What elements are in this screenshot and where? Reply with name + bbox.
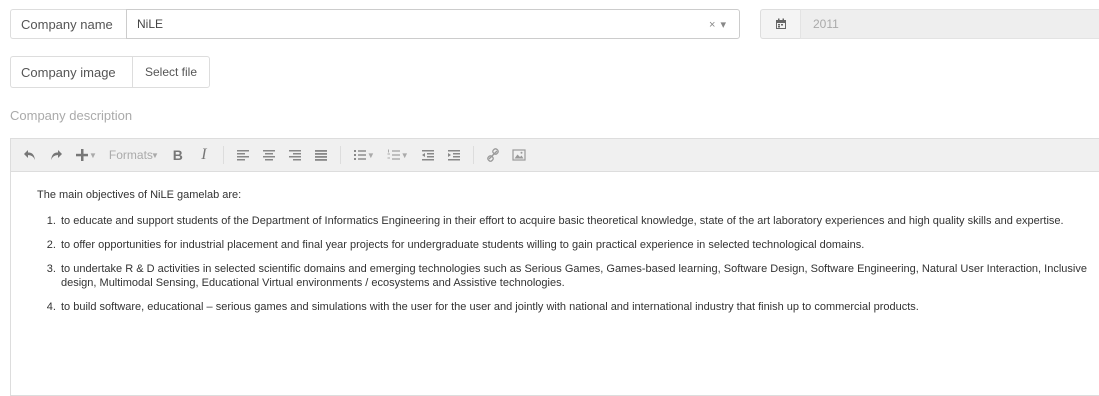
editor-toolbar: ▼ Formats ▼ B I ▼ ▼ — [11, 139, 1099, 172]
list-item: to offer opportunities for industrial pl… — [59, 238, 1099, 252]
redo-icon[interactable] — [43, 149, 69, 161]
company-name-group: Company name NiLE × ▾ — [10, 9, 740, 39]
editor-content[interactable]: The main objectives of NiLE gamelab are:… — [11, 172, 1099, 314]
chevron-down-icon[interactable]: ▼ — [151, 151, 159, 160]
link-icon[interactable] — [480, 148, 506, 162]
calendar-icon[interactable] — [760, 9, 800, 39]
intro-paragraph: The main objectives of NiLE gamelab are: — [37, 189, 242, 201]
objectives-list: to educate and support students of the D… — [37, 214, 1099, 314]
toolbar-divider — [472, 146, 474, 164]
chevron-down-icon[interactable]: ▼ — [367, 151, 375, 160]
list-item: to build software, educational – serious… — [59, 300, 1099, 314]
image-icon[interactable] — [506, 149, 532, 161]
company-image-group: Company image Select file — [10, 56, 211, 88]
align-right-icon[interactable] — [282, 149, 308, 161]
company-name-label: Company name — [10, 9, 126, 39]
italic-button[interactable]: I — [191, 146, 217, 164]
rich-text-editor: ▼ Formats ▼ B I ▼ ▼ The main objectives … — [10, 138, 1099, 396]
year-input[interactable]: 2011 — [800, 9, 1099, 39]
toolbar-divider — [222, 146, 224, 164]
chevron-down-icon[interactable]: ▼ — [89, 151, 97, 160]
company-name-value: NiLE — [137, 17, 164, 31]
align-center-icon[interactable] — [256, 149, 282, 161]
list-item: to educate and support students of the D… — [59, 214, 1099, 228]
bold-button[interactable]: B — [165, 147, 191, 163]
chevron-down-icon[interactable]: ▼ — [401, 151, 409, 160]
undo-icon[interactable] — [17, 149, 43, 161]
indent-icon[interactable] — [441, 149, 467, 161]
year-group: 2011 — [760, 9, 1099, 39]
outdent-icon[interactable] — [415, 149, 441, 161]
select-clear-and-caret[interactable]: × ▾ — [709, 18, 727, 31]
company-image-label: Company image — [10, 56, 132, 88]
align-justify-icon[interactable] — [308, 149, 334, 161]
company-description-label: Company description — [10, 108, 133, 123]
select-file-button[interactable]: Select file — [132, 56, 211, 88]
list-item: to undertake R & D activities in selecte… — [59, 262, 1099, 290]
formats-dropdown[interactable]: Formats — [109, 148, 153, 162]
company-name-select[interactable]: NiLE × ▾ — [126, 9, 740, 39]
toolbar-divider — [339, 146, 341, 164]
align-left-icon[interactable] — [230, 149, 256, 161]
